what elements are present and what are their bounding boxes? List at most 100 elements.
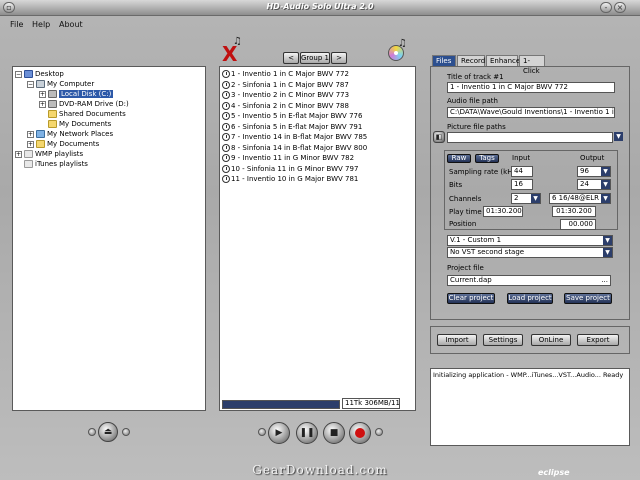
title-field[interactable]: 1 - Inventio 1 in C Major BWV 772 xyxy=(447,82,615,93)
track-row[interactable]: 7 - Inventio 14 in B-flat Major BWV 785 xyxy=(222,132,367,142)
track-row[interactable]: 2 - Sinfonia 1 in C Major BWV 787 xyxy=(222,80,349,90)
title-bar[interactable]: HD-Audio Solo Ultra 2.0 ▫ - × xyxy=(0,0,640,16)
record-button[interactable] xyxy=(349,422,371,444)
raw-button[interactable]: Raw xyxy=(447,154,471,163)
clear-project-button[interactable]: Clear project xyxy=(447,293,495,304)
menu-help[interactable]: Help xyxy=(32,20,50,29)
eject-button[interactable]: ⏏ xyxy=(98,422,118,442)
collapse-icon[interactable]: − xyxy=(15,70,22,78)
group-next-button[interactable]: > xyxy=(331,52,347,64)
online-button[interactable]: OnLine xyxy=(531,334,571,346)
pause-button[interactable]: ❚❚ xyxy=(296,422,318,444)
play-icon: ▶ xyxy=(275,428,283,438)
menu-bar: File Help About xyxy=(0,18,640,32)
track-row[interactable]: 11 - Inventio 10 in G Major BWV 781 xyxy=(222,174,358,184)
add-cd-icon[interactable]: ♫ xyxy=(386,38,408,62)
tree-item-network-places[interactable]: + My Network Places xyxy=(27,129,113,139)
tags-button[interactable]: Tags xyxy=(475,154,499,163)
channels-input[interactable]: 2 ▼ xyxy=(511,193,541,204)
track-row[interactable]: 10 - Sinfonia 11 in G Minor BWV 797 xyxy=(222,164,358,174)
tree-item-label: My Documents xyxy=(59,120,112,128)
minimize-icon[interactable]: - xyxy=(600,2,612,13)
track-title: 5 - Inventio 5 in E-flat Major BWV 776 xyxy=(231,112,363,120)
track-title: 3 - Inventio 2 in C Minor BWV 773 xyxy=(231,91,350,99)
tree-item-my-documents[interactable]: My Documents xyxy=(39,119,111,129)
track-row[interactable]: 5 - Inventio 5 in E-flat Major BWV 776 xyxy=(222,111,362,121)
load-project-button[interactable]: Load project xyxy=(507,293,553,304)
picture-add-icon[interactable]: ▼ xyxy=(614,132,623,141)
tab-1-click[interactable]: 1-Click xyxy=(519,55,545,75)
preset-select[interactable]: V.1 - Custom 1 ▼ xyxy=(447,235,613,246)
path-field[interactable]: C:\DATA\Wave\Gould Inventions\1 - Invent… xyxy=(447,107,615,118)
menu-file[interactable]: File xyxy=(10,20,23,29)
picture-icon[interactable]: ◧ xyxy=(433,131,445,143)
tree-item-wmp-playlists[interactable]: + WMP playlists xyxy=(15,149,83,159)
chevron-down-icon[interactable]: ▼ xyxy=(603,248,612,257)
tree-item-dvd-drive[interactable]: + DVD-RAM Drive (D:) xyxy=(39,99,129,109)
tree-item-label: WMP playlists xyxy=(35,150,84,158)
expand-icon[interactable]: + xyxy=(15,150,22,158)
track-clock-icon xyxy=(222,164,230,173)
remove-tracks-icon[interactable]: X ♫ xyxy=(222,36,244,66)
tree-item-itunes-playlists[interactable]: iTunes playlists xyxy=(15,159,88,169)
sampling-rate-input: 44 xyxy=(511,166,533,177)
play-time-label: Play time xyxy=(449,208,482,216)
track-row[interactable]: 1 - Inventio 1 in C Major BWV 772 xyxy=(222,69,349,79)
project-field[interactable]: Current.dap ... xyxy=(447,275,611,286)
log-panel[interactable]: Initializing application - WMP...iTunes.… xyxy=(430,368,630,446)
tree-item-label: Desktop xyxy=(35,70,64,78)
app-menu-icon[interactable]: ▫ xyxy=(3,2,15,13)
chevron-down-icon[interactable]: ▼ xyxy=(601,167,610,176)
output-header: Output xyxy=(580,154,605,162)
channels-output[interactable]: 6 16/48@ELR ▼ xyxy=(549,193,611,204)
project-label: Project file xyxy=(447,264,484,272)
menu-about[interactable]: About xyxy=(59,20,83,29)
tree-item-local-disk[interactable]: + Local Disk (C:) xyxy=(39,89,114,99)
expand-icon[interactable]: + xyxy=(39,90,46,98)
settings-button[interactable]: Settings xyxy=(483,334,523,346)
group-prev-button[interactable]: < xyxy=(283,52,299,64)
chevron-down-icon[interactable]: ▼ xyxy=(601,180,610,189)
track-row[interactable]: 6 - Sinfonia 5 in E-flat Major BWV 791 xyxy=(222,122,362,132)
bits-output[interactable]: 24 ▼ xyxy=(577,179,611,190)
folder-tree[interactable]: − Desktop − My Computer + Local Disk (C:) +… xyxy=(12,66,206,411)
brand-logo: eclipse xyxy=(538,468,570,477)
import-button[interactable]: Import xyxy=(437,334,477,346)
track-row[interactable]: 3 - Inventio 2 in C Minor BWV 773 xyxy=(222,90,349,100)
expand-icon[interactable]: + xyxy=(27,140,34,148)
tab-files[interactable]: Files xyxy=(432,55,456,66)
tree-item-label: iTunes playlists xyxy=(35,160,88,168)
track-row[interactable]: 8 - Sinfonia 14 in B-flat Major BWV 800 xyxy=(222,143,367,153)
tree-item-shared-documents[interactable]: Shared Documents xyxy=(39,109,126,119)
chevron-down-icon[interactable]: ▼ xyxy=(601,194,610,203)
stop-button[interactable]: ■ xyxy=(323,422,345,444)
chevron-down-icon[interactable]: ▼ xyxy=(603,236,612,245)
transport-left-dot xyxy=(258,428,266,436)
save-project-button[interactable]: Save project xyxy=(564,293,612,304)
close-icon[interactable]: × xyxy=(614,2,626,13)
tab-record[interactable]: Record xyxy=(457,55,485,66)
expand-icon[interactable]: + xyxy=(39,100,46,108)
track-list[interactable]: 1 - Inventio 1 in C Major BWV 772 2 - Sin… xyxy=(219,66,416,411)
track-title: 2 - Sinfonia 1 in C Major BWV 787 xyxy=(231,80,349,89)
export-button[interactable]: Export xyxy=(577,334,619,346)
tree-item-my-computer[interactable]: − My Computer xyxy=(27,79,94,89)
vst-select[interactable]: No VST second stage ▼ xyxy=(447,247,613,258)
track-row[interactable]: 4 - Sinfonia 2 in C Minor BWV 788 xyxy=(222,101,349,111)
track-title: 1 - Inventio 1 in C Major BWV 772 xyxy=(231,70,349,78)
play-button[interactable]: ▶ xyxy=(268,422,290,444)
browse-button[interactable]: ... xyxy=(601,276,608,285)
chevron-down-icon[interactable]: ▼ xyxy=(531,194,540,203)
sampling-rate-output[interactable]: 96 ▼ xyxy=(577,166,611,177)
channels-label: Channels xyxy=(449,195,482,203)
collapse-icon[interactable]: − xyxy=(27,80,34,88)
group-label[interactable]: Group 1 xyxy=(300,52,330,64)
desktop-icon xyxy=(24,70,33,78)
track-row[interactable]: 9 - Inventio 11 in G Minor BWV 782 xyxy=(222,153,354,163)
playlist-icon xyxy=(24,150,33,158)
tab-enhance[interactable]: Enhance xyxy=(486,55,520,66)
tree-item-desktop[interactable]: − Desktop xyxy=(15,69,64,79)
expand-icon[interactable]: + xyxy=(27,130,34,138)
picture-field[interactable] xyxy=(447,132,613,143)
tree-item-my-documents-root[interactable]: + My Documents xyxy=(27,139,99,149)
